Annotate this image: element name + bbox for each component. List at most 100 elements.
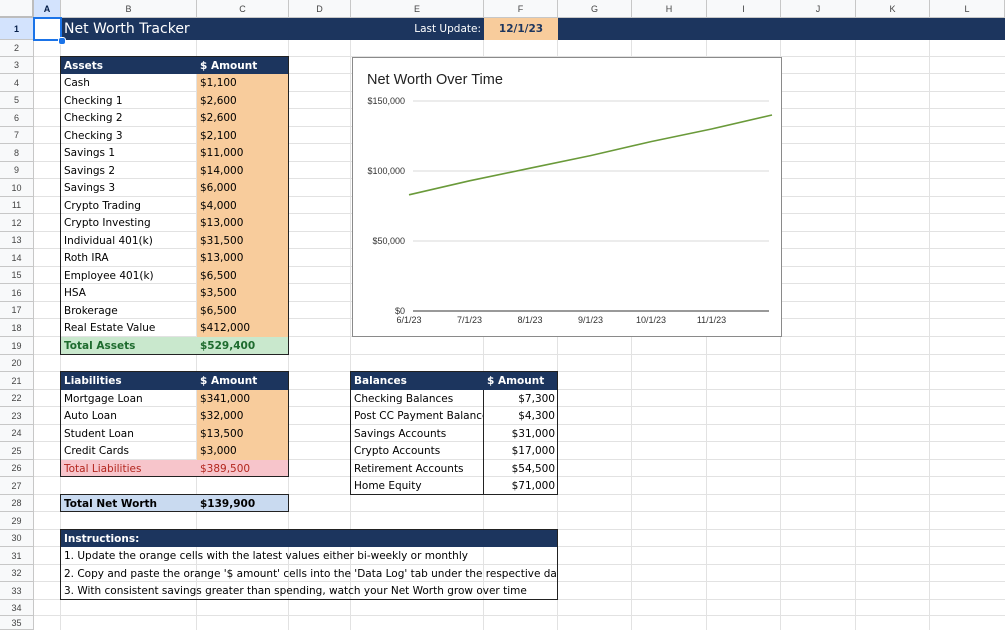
row-header-8[interactable]: 8 — [0, 144, 34, 162]
total-assets-label[interactable]: Total Assets — [61, 337, 197, 355]
column-header-g[interactable]: G — [558, 0, 632, 18]
asset-label[interactable]: Savings 3 — [61, 179, 197, 197]
asset-amount[interactable]: $6,500 — [197, 302, 289, 319]
liabilities-header-label[interactable]: Liabilities — [61, 372, 197, 390]
instruction-line[interactable]: 1. Update the orange cells with the late… — [61, 547, 558, 565]
asset-label[interactable]: Crypto Investing — [61, 214, 197, 232]
row-header-11[interactable]: 11 — [0, 197, 34, 214]
liability-label[interactable]: Auto Loan — [61, 407, 197, 425]
balance-amount[interactable]: $7,300 — [484, 390, 558, 407]
asset-label[interactable]: Crypto Trading — [61, 197, 197, 214]
asset-amount[interactable]: $14,000 — [197, 162, 289, 179]
row-header-5[interactable]: 5 — [0, 92, 34, 109]
row-header-29[interactable]: 29 — [0, 512, 34, 530]
total-liabilities-amount[interactable]: $389,500 — [197, 460, 289, 477]
column-header-j[interactable]: J — [781, 0, 856, 18]
page-title[interactable]: Net Worth Tracker — [61, 18, 351, 40]
asset-label[interactable]: Checking 1 — [61, 92, 197, 109]
asset-amount[interactable]: $11,000 — [197, 144, 289, 162]
asset-amount[interactable]: $412,000 — [197, 319, 289, 337]
column-header-b[interactable]: B — [61, 0, 197, 18]
select-all-corner[interactable] — [0, 0, 34, 18]
balance-amount[interactable]: $17,000 — [484, 442, 558, 460]
row-header-24[interactable]: 24 — [0, 425, 34, 442]
row-header-34[interactable]: 34 — [0, 600, 34, 616]
row-header-1[interactable]: 1 — [0, 18, 34, 40]
total-net-worth-label[interactable]: Total Net Worth — [61, 495, 197, 512]
asset-label[interactable]: Real Estate Value — [61, 319, 197, 337]
column-header-i[interactable]: I — [707, 0, 781, 18]
asset-label[interactable]: Cash — [61, 74, 197, 92]
balance-amount[interactable]: $71,000 — [484, 477, 558, 495]
balance-label[interactable]: Retirement Accounts — [351, 460, 484, 477]
row-header-12[interactable]: 12 — [0, 214, 34, 232]
row-header-18[interactable]: 18 — [0, 319, 34, 337]
asset-label[interactable]: HSA — [61, 284, 197, 302]
row-header-31[interactable]: 31 — [0, 547, 34, 565]
row-header-2[interactable]: 2 — [0, 40, 34, 57]
total-assets-amount[interactable]: $529,400 — [197, 337, 289, 355]
asset-label[interactable]: Employee 401(k) — [61, 267, 197, 284]
row-header-25[interactable]: 25 — [0, 442, 34, 460]
balance-label[interactable]: Home Equity — [351, 477, 484, 495]
liabilities-header-amount[interactable]: $ Amount — [197, 372, 289, 390]
asset-label[interactable]: Brokerage — [61, 302, 197, 319]
row-header-26[interactable]: 26 — [0, 460, 34, 477]
liability-amount[interactable]: $341,000 — [197, 390, 289, 407]
column-header-a[interactable]: A — [34, 0, 61, 18]
asset-amount[interactable]: $3,500 — [197, 284, 289, 302]
row-header-22[interactable]: 22 — [0, 390, 34, 407]
row-header-10[interactable]: 10 — [0, 179, 34, 197]
row-header-15[interactable]: 15 — [0, 267, 34, 284]
last-update-value[interactable]: 12/1/23 — [484, 18, 558, 40]
balances-header-amount[interactable]: $ Amount — [484, 372, 558, 390]
net-worth-chart[interactable]: Net Worth Over Time $150,000 $100,000 $50,0… — [352, 57, 782, 337]
asset-amount[interactable]: $2,100 — [197, 127, 289, 144]
row-header-21[interactable]: 21 — [0, 372, 34, 390]
row-header-3[interactable]: 3 — [0, 57, 34, 74]
balance-label[interactable]: Checking Balances — [351, 390, 484, 407]
asset-amount[interactable]: $2,600 — [197, 92, 289, 109]
column-header-h[interactable]: H — [632, 0, 707, 18]
asset-label[interactable]: Savings 2 — [61, 162, 197, 179]
assets-header-amount[interactable]: $ Amount — [197, 57, 289, 74]
asset-amount[interactable]: $2,600 — [197, 109, 289, 127]
column-header-f[interactable]: F — [484, 0, 558, 18]
assets-header-label[interactable]: Assets — [61, 57, 197, 74]
balances-header-label[interactable]: Balances — [351, 372, 484, 390]
instruction-line[interactable]: 2. Copy and paste the orange '$ amount' … — [61, 565, 558, 582]
column-header-k[interactable]: K — [856, 0, 930, 18]
row-header-23[interactable]: 23 — [0, 407, 34, 425]
asset-label[interactable]: Individual 401(k) — [61, 232, 197, 249]
column-header-d[interactable]: D — [289, 0, 351, 18]
row-header-6[interactable]: 6 — [0, 109, 34, 127]
liability-amount[interactable]: $3,000 — [197, 442, 289, 460]
row-header-17[interactable]: 17 — [0, 302, 34, 319]
asset-amount[interactable]: $1,100 — [197, 74, 289, 92]
liability-amount[interactable]: $13,500 — [197, 425, 289, 442]
row-header-13[interactable]: 13 — [0, 232, 34, 249]
asset-amount[interactable]: $4,000 — [197, 197, 289, 214]
balance-amount[interactable]: $4,300 — [484, 407, 558, 425]
column-header-l[interactable]: L — [930, 0, 1005, 18]
column-header-c[interactable]: C — [197, 0, 289, 18]
balance-amount[interactable]: $54,500 — [484, 460, 558, 477]
fill-handle[interactable] — [58, 37, 66, 45]
row-header-35[interactable]: 35 — [0, 616, 34, 630]
asset-amount[interactable]: $13,000 — [197, 214, 289, 232]
row-header-14[interactable]: 14 — [0, 249, 34, 267]
row-header-30[interactable]: 30 — [0, 530, 34, 547]
total-net-worth-amount[interactable]: $139,900 — [197, 495, 289, 512]
asset-label[interactable]: Checking 2 — [61, 109, 197, 127]
liability-label[interactable]: Credit Cards — [61, 442, 197, 460]
instructions-header[interactable]: Instructions: — [61, 530, 558, 547]
asset-amount[interactable]: $31,500 — [197, 232, 289, 249]
balance-label[interactable]: Savings Accounts — [351, 425, 484, 442]
column-header-e[interactable]: E — [351, 0, 484, 18]
instruction-line[interactable]: 3. With consistent savings greater than … — [61, 582, 558, 600]
asset-label[interactable]: Checking 3 — [61, 127, 197, 144]
last-update-label[interactable]: Last Update: — [351, 18, 484, 40]
row-header-32[interactable]: 32 — [0, 565, 34, 582]
row-header-7[interactable]: 7 — [0, 127, 34, 144]
liability-label[interactable]: Mortgage Loan — [61, 390, 197, 407]
